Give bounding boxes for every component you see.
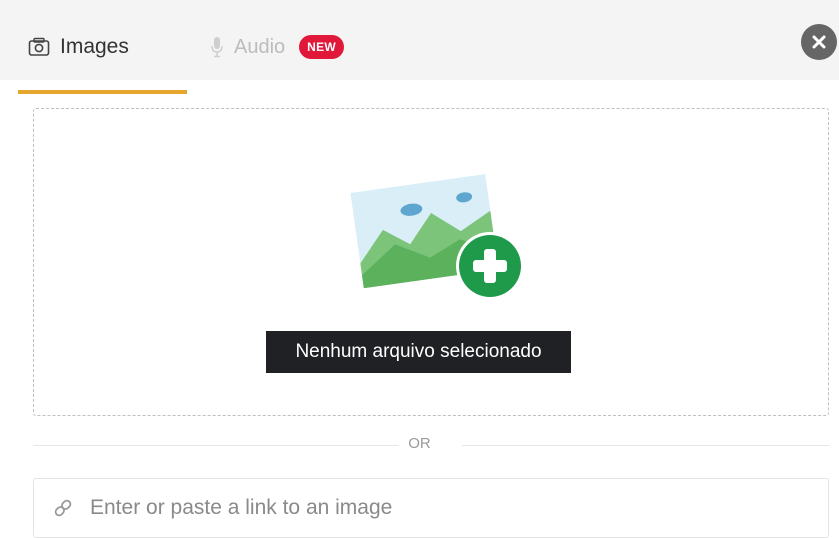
image-upload-icon <box>338 163 528 303</box>
image-link-input[interactable] <box>88 495 772 521</box>
tab-audio-label: Audio <box>234 35 286 58</box>
tab-images[interactable]: Images <box>18 18 187 94</box>
tab-bar: Images Audio NEW <box>0 0 839 94</box>
close-icon <box>811 34 827 50</box>
or-separator: OR <box>408 435 431 452</box>
tab-images-label: Images <box>60 35 129 58</box>
new-badge: NEW <box>299 35 345 59</box>
link-icon <box>52 497 74 519</box>
close-button[interactable] <box>801 24 837 60</box>
file-input-tooltip: Nenhum arquivo selecionado <box>266 331 571 373</box>
tab-audio[interactable]: Audio NEW <box>210 18 345 76</box>
microphone-icon <box>210 36 224 58</box>
active-tab-indicator <box>18 90 187 94</box>
image-icon <box>28 37 50 57</box>
separator-line-right <box>462 445 829 446</box>
image-link-field <box>33 478 829 538</box>
